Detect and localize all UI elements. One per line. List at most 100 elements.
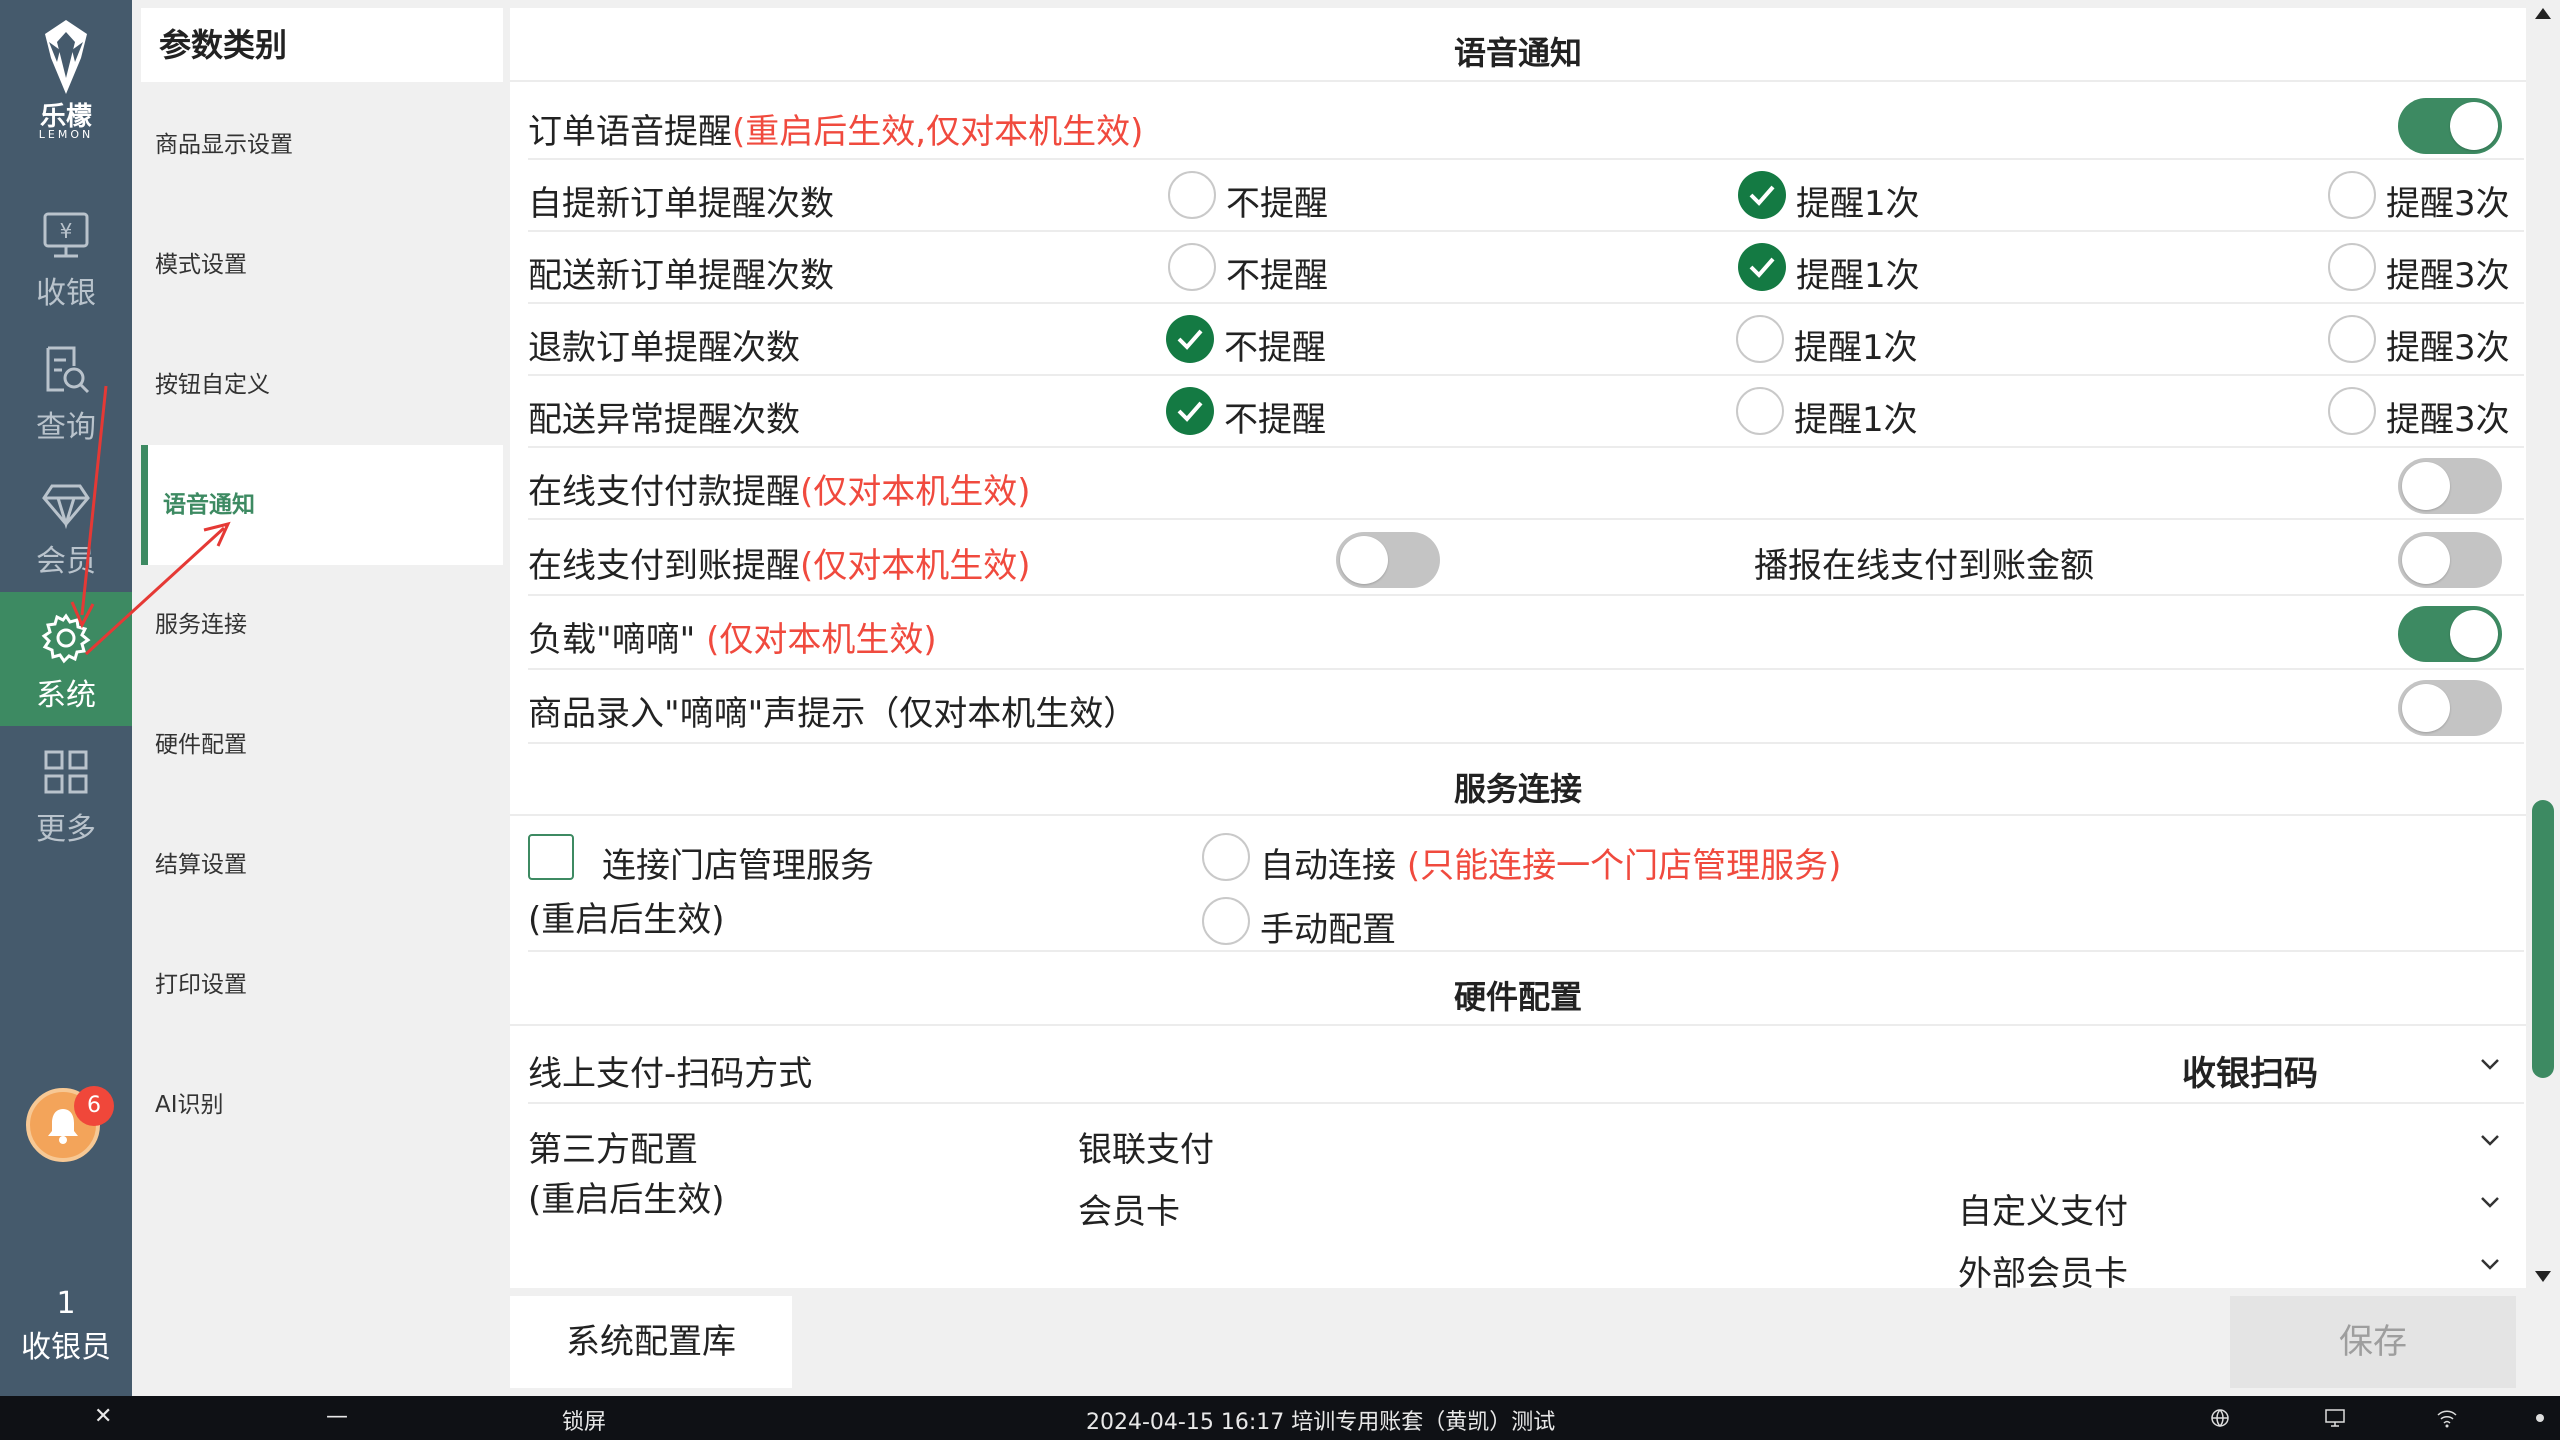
scroll-up-arrow-icon[interactable] [2534, 6, 2552, 20]
scroll-down-arrow-icon[interactable] [2534, 1270, 2552, 1284]
divider [528, 594, 2524, 596]
delivery-remind-none-radio[interactable] [1168, 243, 1216, 291]
divider [528, 668, 2524, 670]
diamond-icon [42, 484, 90, 530]
nav-item-cashier[interactable]: ¥ 收银 [0, 190, 132, 324]
chevron-down-icon[interactable] [2478, 1252, 2502, 1276]
scan-method-value[interactable]: 收银扫码 [2182, 1046, 2318, 1095]
option-label: 提醒3次 [2386, 184, 2510, 224]
nav-item-more[interactable]: 更多 [0, 726, 132, 860]
check-icon [1749, 257, 1775, 278]
section-title-service: 服务连接 [1453, 770, 1582, 808]
exception-remind-thrice-radio[interactable] [2328, 387, 2376, 435]
close-icon[interactable]: ✕ [94, 1404, 112, 1429]
wifi-icon[interactable] [2436, 1408, 2458, 1428]
auto-connect-radio[interactable] [1202, 833, 1250, 881]
category-item-product-display[interactable]: 商品显示设置 [141, 85, 503, 205]
beep-label: 负载"嘀嘀" [528, 620, 696, 660]
category-item-service-connect[interactable]: 服务连接 [141, 565, 503, 685]
delivery-remind-label: 配送新订单提醒次数 [528, 256, 834, 296]
minimize-icon[interactable]: — [326, 1404, 348, 1429]
pickup-remind-none-radio[interactable] [1168, 171, 1216, 219]
order-voice-row: 订单语音提醒(重启后生效,仅对本机生效) [528, 104, 1143, 153]
online-pay-note: (仅对本机生效) [800, 472, 1031, 512]
delivery-remind-once-radio[interactable] [1738, 243, 1786, 291]
delivery-remind-thrice-radio[interactable] [2328, 243, 2376, 291]
nav-item-label: 会员 [36, 544, 96, 579]
system-config-library-button[interactable]: 系统配置库 [510, 1296, 792, 1388]
nav-item-member[interactable]: 会员 [0, 458, 132, 592]
beep-toggle[interactable] [2398, 606, 2502, 662]
grid-icon [44, 750, 88, 794]
pickup-remind-once-radio[interactable] [1738, 171, 1786, 219]
settings-scrollbar[interactable] [2526, 0, 2560, 1290]
category-item-settlement[interactable]: 结算设置 [141, 805, 503, 925]
status-text: 2024-04-15 16:17 培训专用账套（黄凯）测试 [1086, 1410, 1556, 1435]
scrollbar-thumb[interactable] [2532, 800, 2554, 1078]
option-label: 提醒3次 [2386, 256, 2510, 296]
nav-item-query[interactable]: 查询 [0, 324, 132, 458]
category-item-ai[interactable]: AI识别 [141, 1045, 503, 1165]
brand-sub: LEMON [38, 128, 94, 141]
option-label: 提醒3次 [2386, 400, 2510, 440]
section-title-voice: 语音通知 [1453, 34, 1582, 72]
chevron-down-icon[interactable] [2478, 1190, 2502, 1214]
status-dot-icon [2536, 1414, 2544, 1422]
taskbar: ✕ — 锁屏 2024-04-15 16:17 培训专用账套（黄凯）测试 [0, 1396, 2560, 1440]
refund-remind-none-radio[interactable] [1166, 315, 1214, 363]
manual-config-label: 手动配置 [1260, 910, 1396, 950]
auto-connect-note: (只能连接一个门店管理服务) [1406, 846, 1842, 886]
third-party-restart-note: (重启后生效) [528, 1180, 725, 1220]
category-item-hardware[interactable]: 硬件配置 [141, 685, 503, 805]
chevron-down-icon[interactable] [2478, 1052, 2502, 1076]
divider [510, 80, 2526, 82]
cash-register-icon: ¥ [43, 212, 89, 258]
beep-row: 负载"嘀嘀" (仅对本机生效) [528, 612, 937, 661]
online-pay-toggle[interactable] [2398, 458, 2502, 514]
broadcast-amount-label: 播报在线支付到账金额 [1754, 546, 2094, 586]
cashier-label[interactable]: 收银员 [0, 1322, 132, 1366]
online-pay-label: 在线支付付款提醒 [528, 472, 800, 512]
option-label: 不提醒 [1224, 400, 1326, 440]
third-party-label: 第三方配置 [528, 1130, 698, 1170]
order-voice-toggle[interactable] [2398, 98, 2502, 154]
category-item-button-custom[interactable]: 按钮自定义 [141, 325, 503, 445]
exception-remind-once-radio[interactable] [1736, 387, 1784, 435]
entry-beep-toggle[interactable] [2398, 680, 2502, 736]
category-title: 参数类别 [141, 8, 503, 82]
category-item-mode[interactable]: 模式设置 [141, 205, 503, 325]
broadcast-amount-toggle[interactable] [2398, 532, 2502, 588]
online-arrive-row: 在线支付到账提醒(仅对本机生效) [528, 538, 1031, 587]
divider [528, 518, 2524, 520]
save-button[interactable]: 保存 [2230, 1296, 2516, 1388]
connect-store-service-checkbox[interactable] [528, 834, 574, 880]
divider [528, 374, 2524, 376]
manual-config-radio[interactable] [1202, 897, 1250, 945]
monitor-icon[interactable] [2324, 1408, 2346, 1428]
custom-pay-label[interactable]: 自定义支付 [1958, 1184, 2128, 1233]
auto-connect-row: 自动连接 (只能连接一个门店管理服务) [1260, 838, 1841, 887]
nav-item-system[interactable]: 系统 [0, 592, 132, 726]
pickup-remind-thrice-radio[interactable] [2328, 171, 2376, 219]
divider [528, 446, 2524, 448]
category-item-voice-notify[interactable]: 语音通知 [141, 445, 503, 565]
nav-item-label: 收银 [36, 276, 96, 311]
globe-icon[interactable] [2210, 1408, 2230, 1428]
online-arrive-toggle[interactable] [1336, 532, 1440, 588]
refund-remind-once-radio[interactable] [1736, 315, 1784, 363]
check-icon [1177, 329, 1203, 350]
option-label: 提醒1次 [1794, 400, 1918, 440]
option-label: 提醒1次 [1796, 184, 1920, 224]
gear-icon [41, 613, 91, 664]
chevron-down-icon[interactable] [2478, 1128, 2502, 1152]
category-item-print[interactable]: 打印设置 [141, 925, 503, 1045]
unionpay-label[interactable]: 银联支付 [1078, 1122, 1214, 1171]
exception-remind-none-radio[interactable] [1166, 387, 1214, 435]
external-member-card-label[interactable]: 外部会员卡 [1958, 1246, 2128, 1288]
lock-screen-button[interactable]: 锁屏 [562, 1404, 606, 1436]
refund-remind-label: 退款订单提醒次数 [528, 328, 800, 368]
member-card-label[interactable]: 会员卡 [1078, 1184, 1180, 1233]
refund-remind-thrice-radio[interactable] [2328, 315, 2376, 363]
section-title-hardware: 硬件配置 [1453, 978, 1582, 1016]
order-voice-note: (重启后生效,仅对本机生效) [732, 112, 1144, 152]
